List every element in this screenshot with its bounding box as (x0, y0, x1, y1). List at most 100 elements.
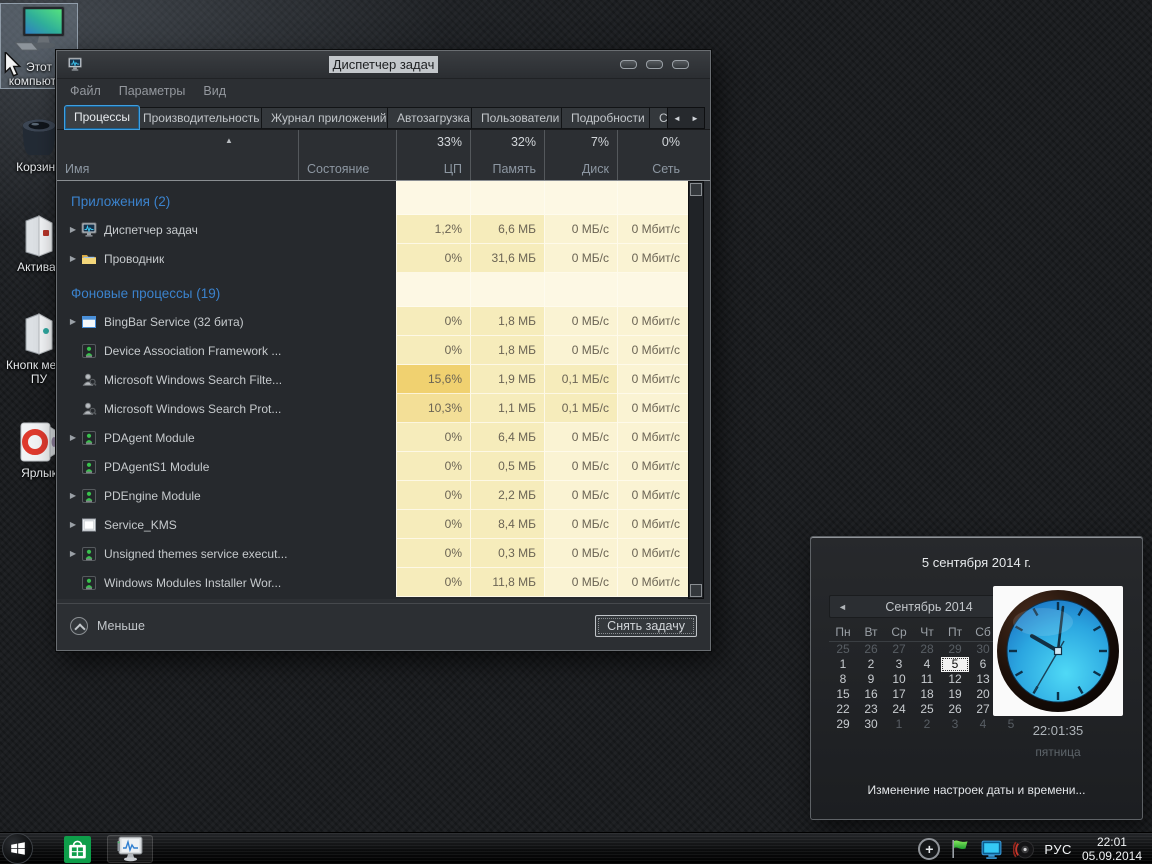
calendar-day[interactable]: 27 (885, 642, 913, 657)
group-row[interactable]: Приложения (2) (57, 181, 688, 215)
tab-services-partial[interactable]: С (649, 107, 669, 129)
end-task-button[interactable]: Снять задачу (595, 615, 697, 637)
table-row[interactable]: ▶ PDAgent Module 0% 6,4 МБ 0 МБ/с 0 Мбит/с (57, 423, 688, 452)
disk-cell: 0 МБ/с (544, 452, 617, 481)
table-row[interactable]: Device Association Framework ... 0% 1,8 МБ… (57, 336, 688, 365)
column-network[interactable]: 0% Сеть (617, 130, 688, 180)
process-table-body: Приложения (2) ▶ Диспетчер задач 1,2% 6,6 МБ… (57, 181, 688, 599)
calendar-day[interactable]: 3 (885, 657, 913, 672)
calendar-day[interactable]: 26 (941, 702, 969, 717)
group-row[interactable]: Фоновые процессы (19) (57, 273, 688, 307)
calendar-day[interactable]: 10 (885, 672, 913, 687)
tab-processes[interactable]: Процессы (64, 105, 141, 130)
column-disk[interactable]: 7% Диск (544, 130, 617, 180)
calendar-day[interactable]: 2 (857, 657, 885, 672)
show-hidden-icons-button[interactable]: + (918, 838, 941, 860)
expand-arrow-icon[interactable]: ▶ (65, 520, 81, 529)
calendar-day[interactable]: 15 (829, 687, 857, 702)
calendar-day[interactable]: 1 (829, 657, 857, 672)
calendar-day[interactable]: 9 (857, 672, 885, 687)
calendar-day[interactable]: 17 (885, 687, 913, 702)
table-row[interactable]: Microsoft Windows Search Prot... 10,3% 1,1… (57, 394, 688, 423)
table-row[interactable]: ▶ Service_KMS 0% 8,4 МБ 0 МБ/с 0 Мбит/с (57, 510, 688, 539)
change-date-time-link[interactable]: Изменение настроек даты и времени... (811, 783, 1142, 797)
action-center-flag-icon[interactable] (950, 838, 970, 860)
menu-view[interactable]: Вид (203, 84, 226, 98)
tab-app-history[interactable]: Журнал приложений (261, 107, 397, 129)
menu-options[interactable]: Параметры (119, 84, 186, 98)
calendar-day[interactable]: 11 (913, 672, 941, 687)
vertical-scrollbar[interactable] (688, 181, 704, 599)
status-cell (298, 365, 396, 394)
menu-file[interactable]: Файл (70, 84, 101, 98)
calendar-day[interactable]: 12 (941, 672, 969, 687)
calendar-day[interactable]: 28 (913, 642, 941, 657)
expand-arrow-icon[interactable]: ▶ (65, 491, 81, 500)
table-row[interactable]: PDAgentS1 Module 0% 0,5 МБ 0 МБ/с 0 Мбит/с (57, 452, 688, 481)
close-button[interactable] (672, 60, 689, 69)
start-button[interactable] (2, 833, 33, 864)
calendar-day[interactable]: 23 (857, 702, 885, 717)
calendar-month-label[interactable]: Сентябрь 2014 (885, 600, 972, 614)
calendar-day[interactable]: 22 (829, 702, 857, 717)
tab-users[interactable]: Пользователи (471, 107, 570, 129)
maximize-button[interactable] (646, 60, 663, 69)
taskbar-task-manager-button[interactable] (107, 835, 153, 863)
tab-scroll-right-icon[interactable]: ► (691, 114, 699, 123)
table-row[interactable]: Windows Modules Installer Wor... 0% 11,8 М… (57, 568, 688, 597)
table-row[interactable]: ▶ Unsigned themes service execut... 0% 0,3 … (57, 539, 688, 568)
calendar-day[interactable]: 2 (913, 717, 941, 732)
tab-scroll-left-icon[interactable]: ◄ (673, 114, 681, 123)
fewer-details-label: Меньше (97, 619, 145, 633)
calendar-day[interactable]: 25 (913, 702, 941, 717)
table-row[interactable]: ▶ PDEngine Module 0% 2,2 МБ 0 МБ/с 0 Мбит/с (57, 481, 688, 510)
minimize-button[interactable] (620, 60, 637, 69)
table-row[interactable]: Microsoft Windows Search Filte... 15,6% 1,… (57, 365, 688, 394)
calendar-day[interactable]: 8 (829, 672, 857, 687)
network-icon[interactable] (980, 839, 1003, 860)
table-row[interactable]: ▶ Проводник 0% 31,6 МБ 0 МБ/с 0 Мбит/с (57, 244, 688, 273)
expand-arrow-icon[interactable]: ▶ (65, 225, 81, 234)
taskbar-clock[interactable]: 22:01 05.09.2014 (1082, 835, 1146, 863)
exe-green-icon (81, 488, 97, 504)
mem-cell: 1,9 МБ (470, 365, 544, 394)
calendar-day[interactable]: 29 (829, 717, 857, 732)
disk-cell: 0 МБ/с (544, 539, 617, 568)
scrollbar-up-thumb[interactable] (690, 183, 702, 196)
calendar-day[interactable]: 16 (857, 687, 885, 702)
calendar-prev-icon[interactable]: ◄ (838, 602, 847, 612)
scrollbar-down-thumb[interactable] (690, 584, 702, 597)
tab-details[interactable]: Подробности (561, 107, 655, 129)
column-memory[interactable]: 32% Память (470, 130, 544, 180)
expand-arrow-icon[interactable]: ▶ (65, 549, 81, 558)
calendar-day[interactable]: 1 (885, 717, 913, 732)
taskbar-store-button[interactable] (62, 835, 92, 863)
calendar-day[interactable]: 3 (941, 717, 969, 732)
calendar-day[interactable]: 30 (857, 717, 885, 732)
calendar-day[interactable]: 25 (829, 642, 857, 657)
tab-startup[interactable]: Автозагрузка (387, 107, 480, 129)
language-indicator[interactable]: РУС (1044, 842, 1072, 857)
fewer-details-button[interactable]: Меньше (70, 617, 145, 635)
mem-cell: 31,6 МБ (470, 244, 544, 273)
calendar-day[interactable]: 24 (885, 702, 913, 717)
tab-performance[interactable]: Производительность (133, 107, 270, 129)
column-status[interactable]: Состояние (298, 130, 396, 180)
column-cpu[interactable]: 33% ЦП (396, 130, 470, 180)
table-row[interactable]: ▶ Диспетчер задач 1,2% 6,6 МБ 0 МБ/с 0 Мбит/с (57, 215, 688, 244)
calendar-day-selected[interactable]: 5 (941, 657, 969, 672)
calendar-day[interactable]: 29 (941, 642, 969, 657)
calendar-day[interactable]: 19 (941, 687, 969, 702)
table-row[interactable]: ▶ BingBar Service (32 бита) 0% 1,8 МБ 0 МБ/с… (57, 307, 688, 336)
expand-arrow-icon[interactable]: ▶ (65, 254, 81, 263)
expand-arrow-icon[interactable]: ▶ (65, 433, 81, 442)
name-cell: ▶ PDAgent Module (57, 423, 298, 452)
calendar-day[interactable]: 26 (857, 642, 885, 657)
expand-arrow-icon[interactable]: ▶ (65, 317, 81, 326)
column-name[interactable]: Имя (57, 130, 298, 180)
title-bar[interactable]: Диспетчер задач (57, 51, 710, 79)
calendar-day[interactable]: 18 (913, 687, 941, 702)
status-cell (298, 307, 396, 336)
volume-icon[interactable] (1013, 839, 1035, 860)
calendar-day[interactable]: 4 (913, 657, 941, 672)
